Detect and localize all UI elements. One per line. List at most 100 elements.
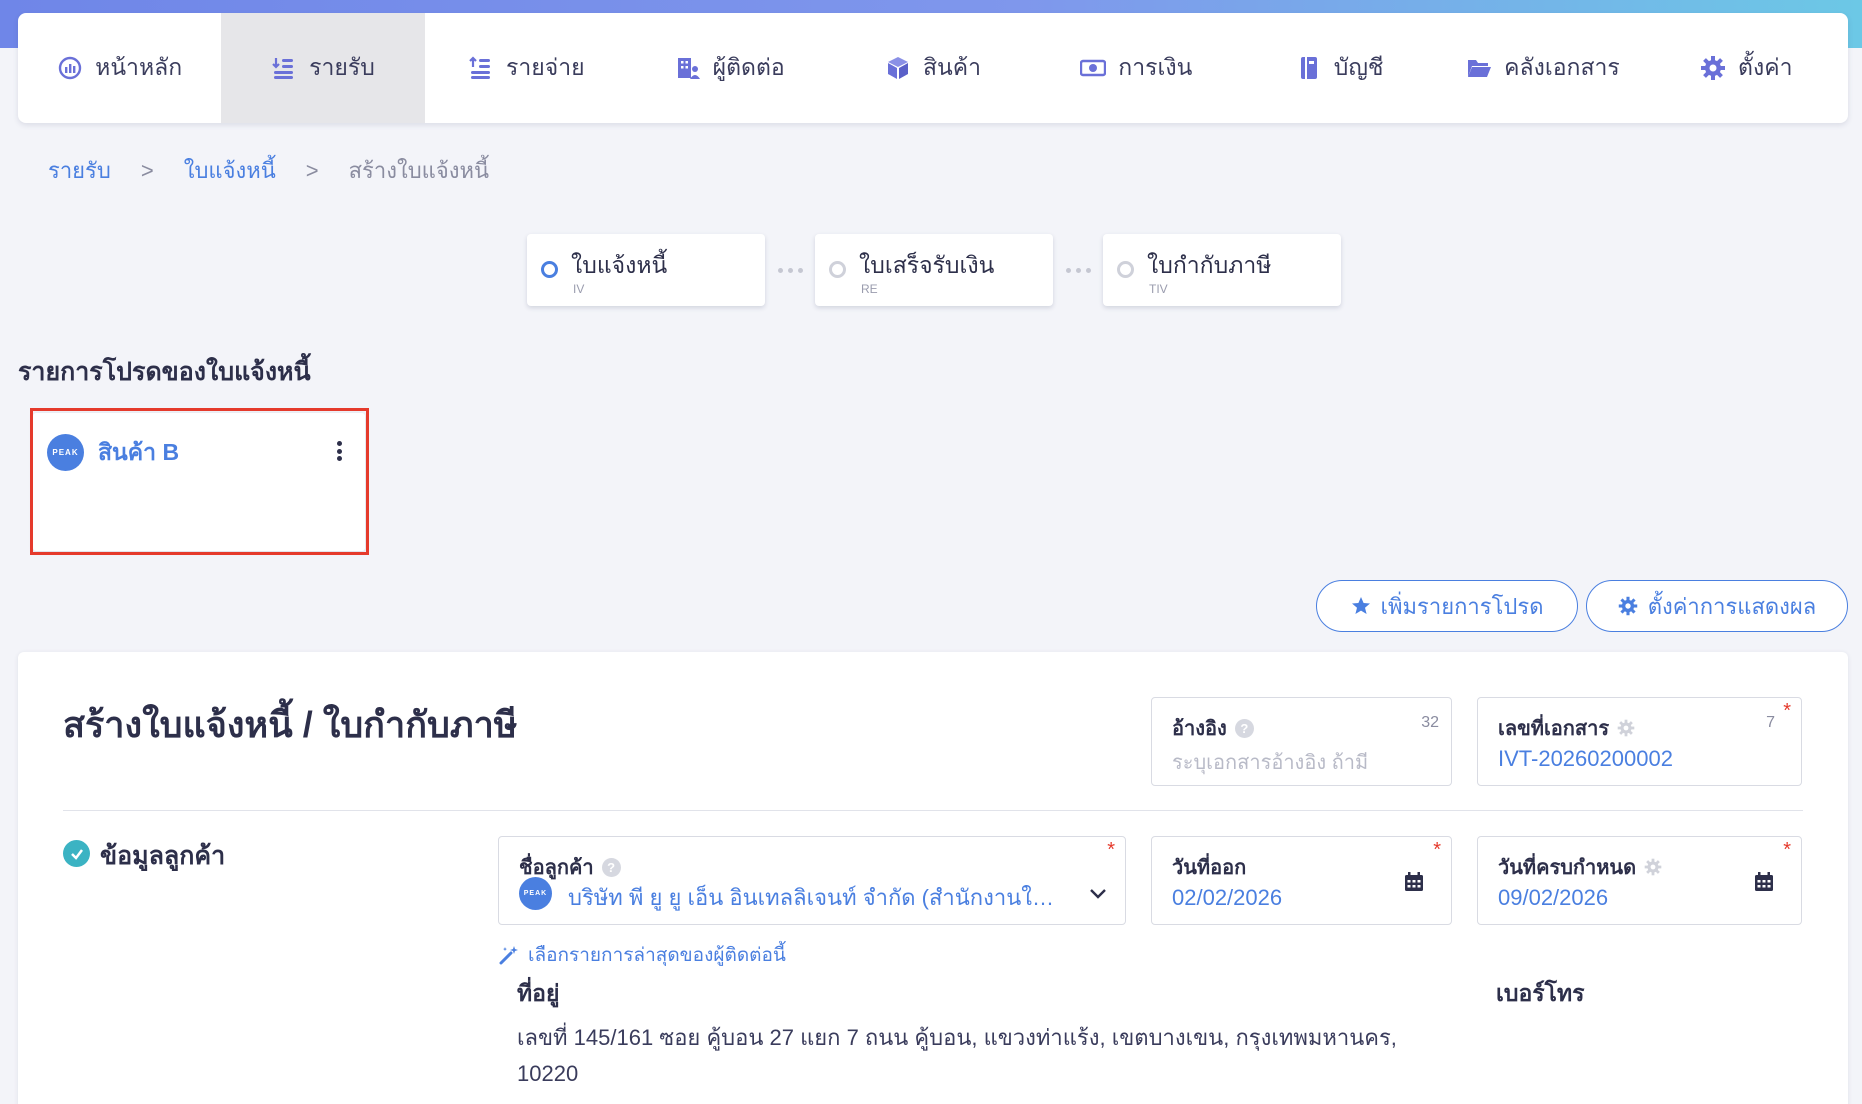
due-date-label: วันที่ครบกำหนด [1498, 857, 1637, 879]
peak-avatar: PEAK [519, 877, 552, 910]
star-icon [1351, 597, 1370, 614]
due-date-field[interactable]: วันที่ครบกำหนด * 09/02/2026 [1477, 836, 1802, 925]
breadcrumb-link-income[interactable]: รายรับ [48, 153, 111, 188]
accounting-book-icon [1296, 55, 1322, 81]
display-settings-label: ตั้งค่าการแสดงผล [1647, 593, 1817, 619]
customer-name-value: บริษัท พี ยู ยู เอ็น อินเทลลิเจนท์ จำกัด… [568, 885, 1058, 910]
nav-item-expense[interactable]: รายจ่าย [425, 13, 628, 123]
nav-label: สินค้า [922, 54, 981, 80]
favorite-item-name[interactable]: สินค้า B [98, 435, 179, 471]
nav-item-settings[interactable]: ตั้งค่า [1645, 13, 1848, 123]
nav-label: บัญชี [1333, 54, 1384, 80]
nav-label: หน้าหลัก [95, 54, 183, 80]
step-invoice[interactable]: ใบแจ้งหนี้ IV [527, 234, 765, 306]
due-date-label-row: วันที่ครบกำหนด [1498, 851, 1662, 883]
kebab-menu-icon[interactable] [330, 438, 348, 464]
step-radio-icon [1117, 261, 1134, 278]
step-code: RE [861, 282, 878, 296]
peak-avatar: PEAK [47, 434, 84, 471]
step-label: ใบเสร็จรับเงิน [859, 252, 995, 278]
help-icon[interactable]: ? [601, 857, 621, 877]
document-workflow-steps: ใบแจ้งหนี้ IV ใบเสร็จรับเงิน RE ใบกำกับภ… [527, 234, 1341, 306]
nav-item-finance[interactable]: การเงิน [1035, 13, 1238, 123]
breadcrumb-link-invoice[interactable]: ใบแจ้งหนี้ [184, 153, 276, 188]
expense-list-icon [468, 55, 494, 81]
step-code: TIV [1149, 282, 1168, 296]
nav-item-documents[interactable]: คลังเอกสาร [1441, 13, 1644, 123]
page-title: สร้างใบแจ้งหนี้ / ใบกำกับภาษี [63, 704, 518, 745]
customer-section-title: ข้อมูลลูกค้า [100, 842, 226, 870]
gear-icon [1700, 55, 1726, 81]
required-marker: * [1107, 839, 1115, 861]
step-tax-invoice[interactable]: ใบกำกับภาษี TIV [1103, 234, 1341, 306]
select-latest-items-label: เลือกรายการล่าสุดของผู้ติดต่อนี้ [528, 945, 786, 966]
breadcrumb: รายรับ > ใบแจ้งหนี้ > สร้างใบแจ้งหนี้ [48, 153, 489, 188]
doc-number-label-row: เลขที่เอกสาร [1498, 712, 1635, 744]
breadcrumb-separator: > [140, 157, 154, 183]
nav-label: รายจ่าย [506, 54, 585, 80]
nav-label: ตั้งค่า [1738, 54, 1793, 80]
reference-label: อ้างอิง [1172, 718, 1227, 740]
calendar-icon[interactable] [1753, 871, 1775, 893]
nav-item-dashboard[interactable]: หน้าหลัก [18, 13, 221, 123]
magic-wand-icon [499, 946, 518, 965]
step-connector [765, 267, 815, 273]
contacts-building-icon [675, 55, 701, 81]
add-favorite-label: เพิ่มรายการโปรด [1380, 593, 1544, 619]
add-favorite-button[interactable]: เพิ่มรายการโปรด [1316, 580, 1578, 632]
doc-number-char-count: 7 [1766, 714, 1775, 731]
favorites-title: รายการโปรดของใบแจ้งหนี้ [18, 358, 311, 386]
help-icon[interactable]: ? [1234, 718, 1254, 738]
step-label: ใบกำกับภาษี [1147, 252, 1272, 278]
display-settings-button[interactable]: ตั้งค่าการแสดงผล [1586, 580, 1848, 632]
doc-number-label: เลขที่เอกสาร [1498, 718, 1610, 740]
step-label: ใบแจ้งหนี้ [571, 252, 668, 278]
step-connector [1053, 267, 1103, 273]
required-marker: * [1783, 839, 1791, 861]
nav-item-contacts[interactable]: ผู้ติดต่อ [628, 13, 831, 123]
nav-label: คลังเอกสาร [1504, 54, 1620, 80]
issue-date-label: วันที่ออก [1172, 857, 1247, 879]
calendar-icon[interactable] [1403, 871, 1425, 893]
nav-label: การเงิน [1118, 54, 1193, 80]
nav-item-income[interactable]: รายรับ [221, 13, 425, 123]
doc-number-field[interactable]: เลขที่เอกสาร * 7 IVT-20260200002 [1477, 697, 1802, 786]
address-label: ที่อยู่ [517, 980, 560, 1006]
check-circle-icon [63, 840, 90, 867]
nav-item-products[interactable]: สินค้า [831, 13, 1034, 123]
required-marker: * [1433, 839, 1441, 861]
nav-label: รายรับ [309, 54, 375, 80]
reference-placeholder: ระบุเอกสารอ้างอิง ถ้ามี [1172, 752, 1369, 774]
address-value: เลขที่ 145/161 ซอย คู้บอน 27 แยก 7 ถนน ค… [517, 1025, 1397, 1086]
gear-icon [1618, 596, 1637, 616]
money-bill-icon [1080, 55, 1107, 81]
chevron-down-icon[interactable] [1088, 886, 1108, 902]
breadcrumb-separator: > [305, 157, 319, 183]
income-list-icon [271, 55, 297, 81]
favorite-highlight-box [30, 408, 369, 555]
breadcrumb-current: สร้างใบแจ้งหนี้ [348, 158, 490, 183]
step-receipt[interactable]: ใบเสร็จรับเงิน RE [815, 234, 1053, 306]
issue-date-field[interactable]: วันที่ออก * 02/02/2026 [1151, 836, 1452, 925]
reference-label-row: อ้างอิง ? [1172, 712, 1254, 744]
required-marker: * [1783, 700, 1791, 722]
step-code: IV [573, 282, 585, 296]
gear-icon[interactable] [1644, 858, 1662, 876]
doc-number-value: IVT-20260200002 [1498, 746, 1673, 771]
dashboard-gauge-icon [57, 55, 83, 81]
reference-char-count: 32 [1421, 714, 1439, 731]
reference-field[interactable]: อ้างอิง ? 32 ระบุเอกสารอ้างอิง ถ้ามี [1151, 697, 1452, 786]
due-date-value: 09/02/2026 [1498, 885, 1609, 910]
gear-icon[interactable] [1617, 719, 1635, 737]
step-radio-icon [541, 261, 558, 278]
nav-label: ผู้ติดต่อ [712, 54, 785, 80]
section-divider [63, 810, 1803, 811]
step-radio-icon [829, 261, 846, 278]
phone-label: เบอร์โทร [1496, 980, 1585, 1006]
main-nav: หน้าหลัก รายรับ รายจ่าย ผู้ติดต่อ สินค้า… [18, 13, 1848, 123]
folder-open-icon [1466, 55, 1492, 81]
select-latest-items-link[interactable]: เลือกรายการล่าสุดของผู้ติดต่อนี้ [498, 940, 786, 970]
nav-item-accounting[interactable]: บัญชี [1238, 13, 1441, 123]
issue-date-value: 02/02/2026 [1172, 885, 1283, 910]
product-box-icon [885, 55, 911, 81]
